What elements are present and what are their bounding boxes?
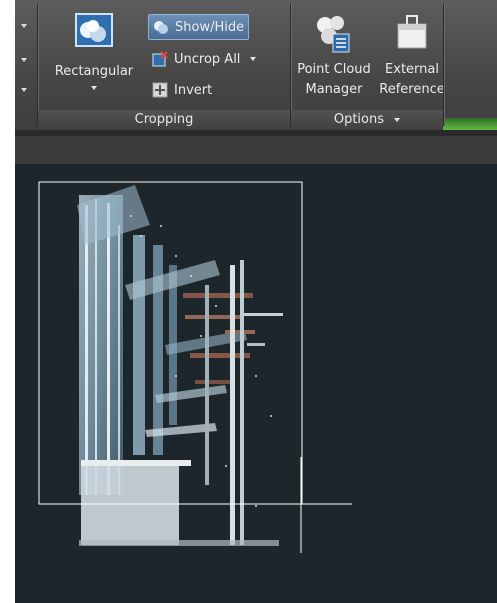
chevron-down-icon[interactable] xyxy=(250,57,257,61)
command-bar xyxy=(15,136,497,165)
rectangular-button[interactable]: Rectangular xyxy=(46,6,142,98)
drawing-viewport[interactable] xyxy=(15,165,497,603)
options-panel: Point Cloud Manager External Reference O… xyxy=(291,0,445,130)
point-cloud-staircase xyxy=(77,185,283,546)
ribbon: Rectangular Show/Hide Uncrop All Invert … xyxy=(15,0,497,130)
show-hide-icon xyxy=(153,19,169,35)
show-hide-label: Show/Hide xyxy=(175,19,245,35)
rectangular-label: Rectangular xyxy=(54,64,134,79)
options-panel-title-button[interactable]: Options xyxy=(291,110,443,130)
cropping-panel-title: Cropping xyxy=(38,110,290,130)
point-cloud-manager-label-line1: Point Cloud xyxy=(297,62,371,77)
chevron-down-icon[interactable] xyxy=(21,24,27,28)
invert-label: Invert xyxy=(174,82,213,98)
point-cloud-manager-button[interactable]: Point Cloud Manager xyxy=(291,8,377,100)
chevron-down-icon xyxy=(394,117,401,122)
uncrop-all-label: Uncrop All xyxy=(174,51,241,67)
point-cloud-manager-icon xyxy=(317,16,350,53)
chevron-down-icon[interactable] xyxy=(21,58,27,62)
options-panel-title: Options xyxy=(333,112,385,127)
invert-icon xyxy=(152,82,168,98)
uncrop-all-button[interactable]: Uncrop All xyxy=(148,47,260,71)
rectangular-crop-icon xyxy=(75,13,113,47)
chevron-down-icon xyxy=(91,86,97,90)
external-reference-button[interactable]: External Reference xyxy=(377,8,447,100)
external-reference-icon xyxy=(397,15,427,49)
panel-divider xyxy=(443,4,444,126)
ribbon-accent xyxy=(437,118,497,130)
point-cloud-canvas[interactable] xyxy=(15,165,497,603)
chevron-down-icon[interactable] xyxy=(21,88,27,92)
invert-button[interactable]: Invert xyxy=(148,78,216,102)
external-reference-label-line1: External xyxy=(385,62,439,77)
application-window: Rectangular Show/Hide Uncrop All Invert … xyxy=(15,0,497,603)
cropping-panel: Rectangular Show/Hide Uncrop All Invert … xyxy=(38,0,290,130)
show-hide-button[interactable]: Show/Hide xyxy=(148,14,250,40)
previous-panel-stub[interactable] xyxy=(15,0,37,130)
point-cloud-manager-label-line2: Manager xyxy=(305,82,363,97)
external-reference-label-line2: Reference xyxy=(379,82,445,97)
uncrop-all-icon xyxy=(152,51,168,67)
